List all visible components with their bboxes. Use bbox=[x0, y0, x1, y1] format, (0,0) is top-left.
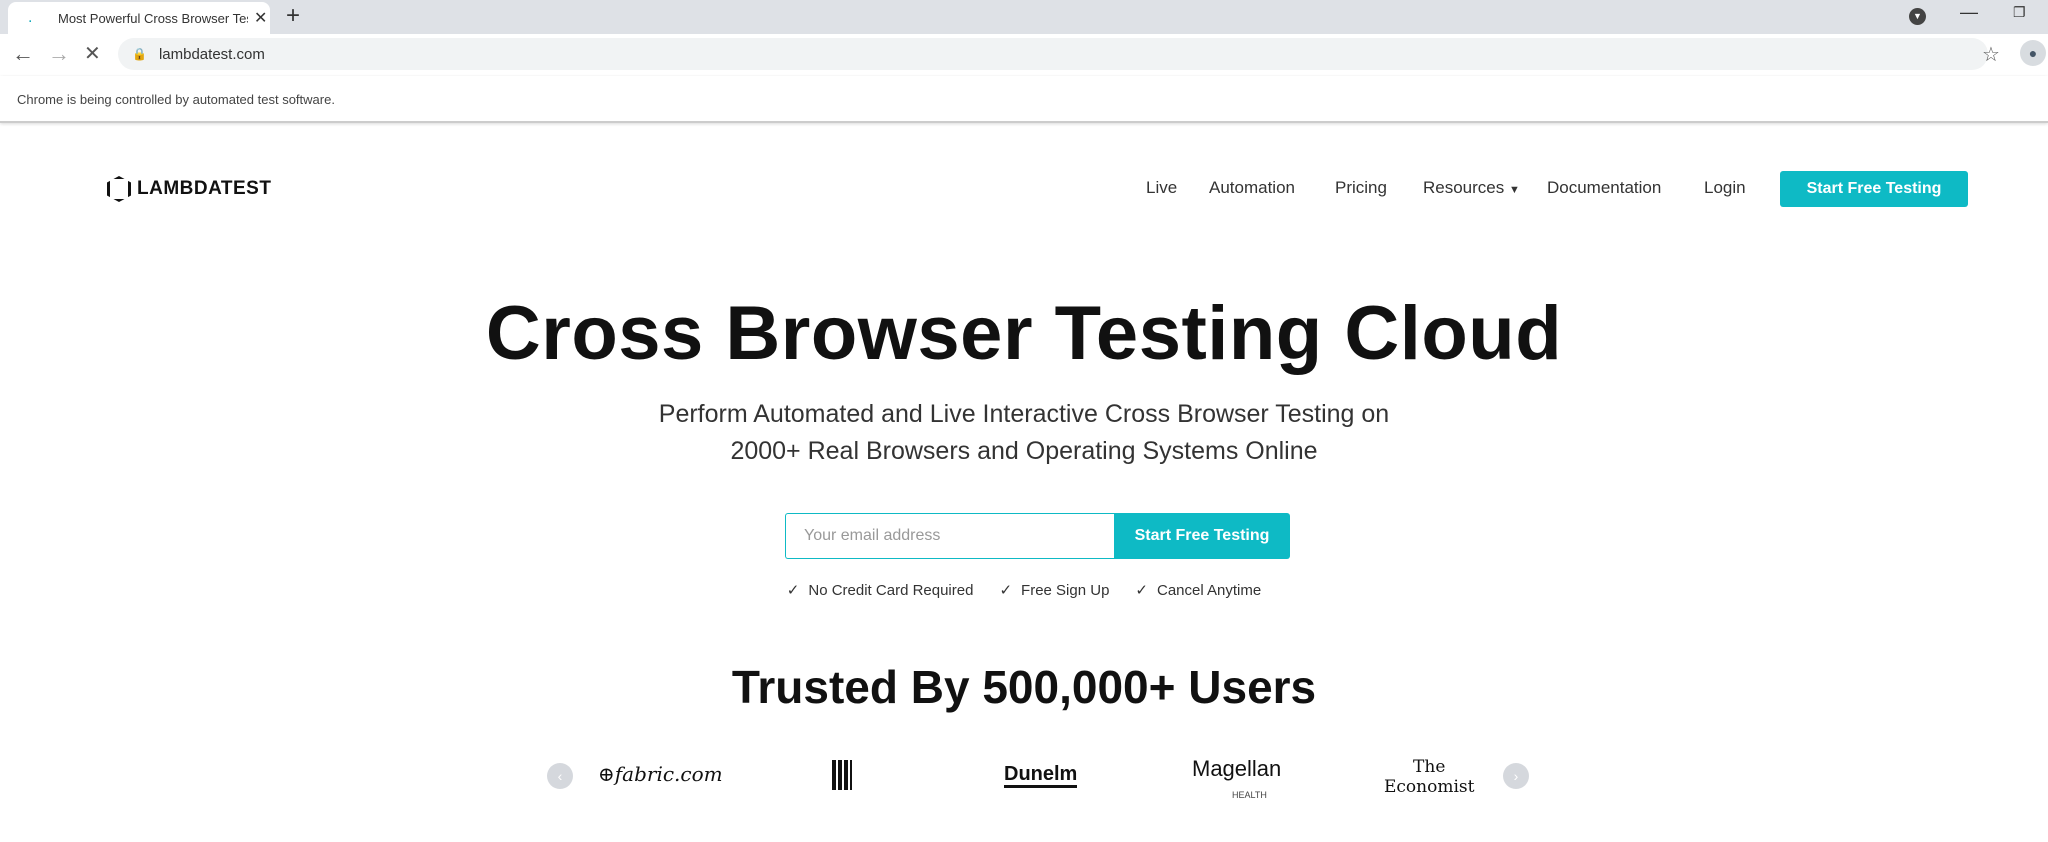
loading-icon: . bbox=[28, 9, 33, 26]
trusted-title: Trusted By 500,000+ Users bbox=[731, 661, 1317, 713]
close-tab-icon[interactable]: ✕ bbox=[254, 8, 267, 28]
checkmark-icon: ✓ bbox=[1135, 582, 1148, 599]
check-item: ✓ No Credit Card Required bbox=[787, 581, 974, 599]
logo-text: LAMBDATEST bbox=[137, 178, 272, 199]
check-label: Free Sign Up bbox=[1021, 582, 1110, 599]
nav-login[interactable]: Login bbox=[1704, 178, 1746, 198]
chevron-down-icon: ▼ bbox=[1509, 184, 1520, 196]
nav-pricing[interactable]: Pricing bbox=[1335, 178, 1387, 198]
nav-live[interactable]: Live bbox=[1146, 178, 1177, 198]
nav-resources-label: Resources bbox=[1423, 178, 1505, 197]
tab-strip bbox=[0, 0, 2048, 34]
feature-checks: ✓ No Credit Card Required ✓ Free Sign Up ✓… bbox=[0, 581, 2048, 599]
start-free-testing-button[interactable]: Start Free Testing bbox=[1780, 171, 1968, 207]
lambdatest-logo-icon bbox=[107, 176, 131, 202]
bookmark-star-icon[interactable]: ☆ bbox=[1982, 42, 2000, 67]
logo-economist: The Economist bbox=[1384, 757, 1474, 797]
minimize-button[interactable]: — bbox=[1960, 2, 1978, 23]
nav-automation[interactable]: Automation bbox=[1209, 178, 1295, 198]
back-icon[interactable]: ← bbox=[12, 41, 34, 67]
avatar-icon[interactable]: ● bbox=[2020, 40, 2046, 66]
url-bar[interactable]: 🔒 lambdatest.com bbox=[118, 38, 1988, 70]
nav-resources[interactable]: Resources ▼ bbox=[1423, 178, 1520, 198]
logo-economist-the: The bbox=[1413, 757, 1446, 777]
email-start-free-testing-button[interactable]: Start Free Testing bbox=[1114, 513, 1290, 559]
forward-icon[interactable]: → bbox=[48, 41, 70, 67]
restore-button[interactable]: ❐ bbox=[2013, 4, 2026, 21]
carousel-next-button[interactable]: › bbox=[1503, 763, 1529, 789]
hero-title: Cross Browser Testing Cloud bbox=[485, 291, 1563, 376]
check-label: Cancel Anytime bbox=[1156, 582, 1262, 599]
checkmark-icon: ✓ bbox=[999, 582, 1013, 599]
stop-icon[interactable]: ✕ bbox=[84, 41, 101, 66]
checkmark-icon: ✓ bbox=[786, 582, 800, 599]
logo-economist-text: Economist bbox=[1384, 777, 1475, 797]
hero-subtitle-line1: Perform Automated and Live Interactive C… bbox=[658, 400, 1390, 428]
nav-documentation[interactable]: Documentation bbox=[1547, 178, 1661, 198]
profile-menu-icon[interactable]: ▼ bbox=[1909, 8, 1926, 25]
new-tab-button[interactable]: + bbox=[286, 2, 300, 30]
check-item: ✓ Cancel Anytime bbox=[1135, 581, 1261, 599]
logo[interactable]: LAMBDATEST bbox=[107, 176, 271, 202]
automation-info-bar: Chrome is being controlled by automated … bbox=[0, 76, 2048, 123]
check-label: No Credit Card Required bbox=[808, 582, 974, 599]
check-item: ✓ Free Sign Up bbox=[999, 581, 1109, 599]
url-text: lambdatest.com bbox=[158, 45, 265, 63]
carousel-prev-button[interactable]: ‹ bbox=[547, 763, 573, 789]
logo-bars-icon bbox=[832, 760, 852, 790]
globe-icon: ⊕ bbox=[598, 762, 615, 786]
logo-health-text: HEALTH bbox=[1232, 790, 1267, 800]
address-bar-row: ← → ✕ 🔒 lambdatest.com ☆ ● bbox=[0, 34, 2048, 76]
browser-tab[interactable]: . Most Powerful Cross Browser Testing ✕ bbox=[8, 2, 270, 34]
tab-title: Most Powerful Cross Browser Testing bbox=[58, 10, 248, 26]
logo-fabric-text: fabric.com bbox=[614, 762, 723, 786]
logo-magellan-text: Magellan bbox=[1192, 756, 1282, 781]
logo-magellan: Magellan HEALTH bbox=[1192, 758, 1281, 806]
logo-fabric: ⊕fabric.com bbox=[598, 762, 723, 786]
hero-subtitle-line2: 2000+ Real Browsers and Operating System… bbox=[730, 437, 1318, 465]
email-input[interactable]: Your email address bbox=[785, 513, 1115, 559]
logo-dunelm: Dunelm bbox=[1004, 763, 1078, 788]
lock-icon: 🔒 bbox=[132, 47, 147, 61]
